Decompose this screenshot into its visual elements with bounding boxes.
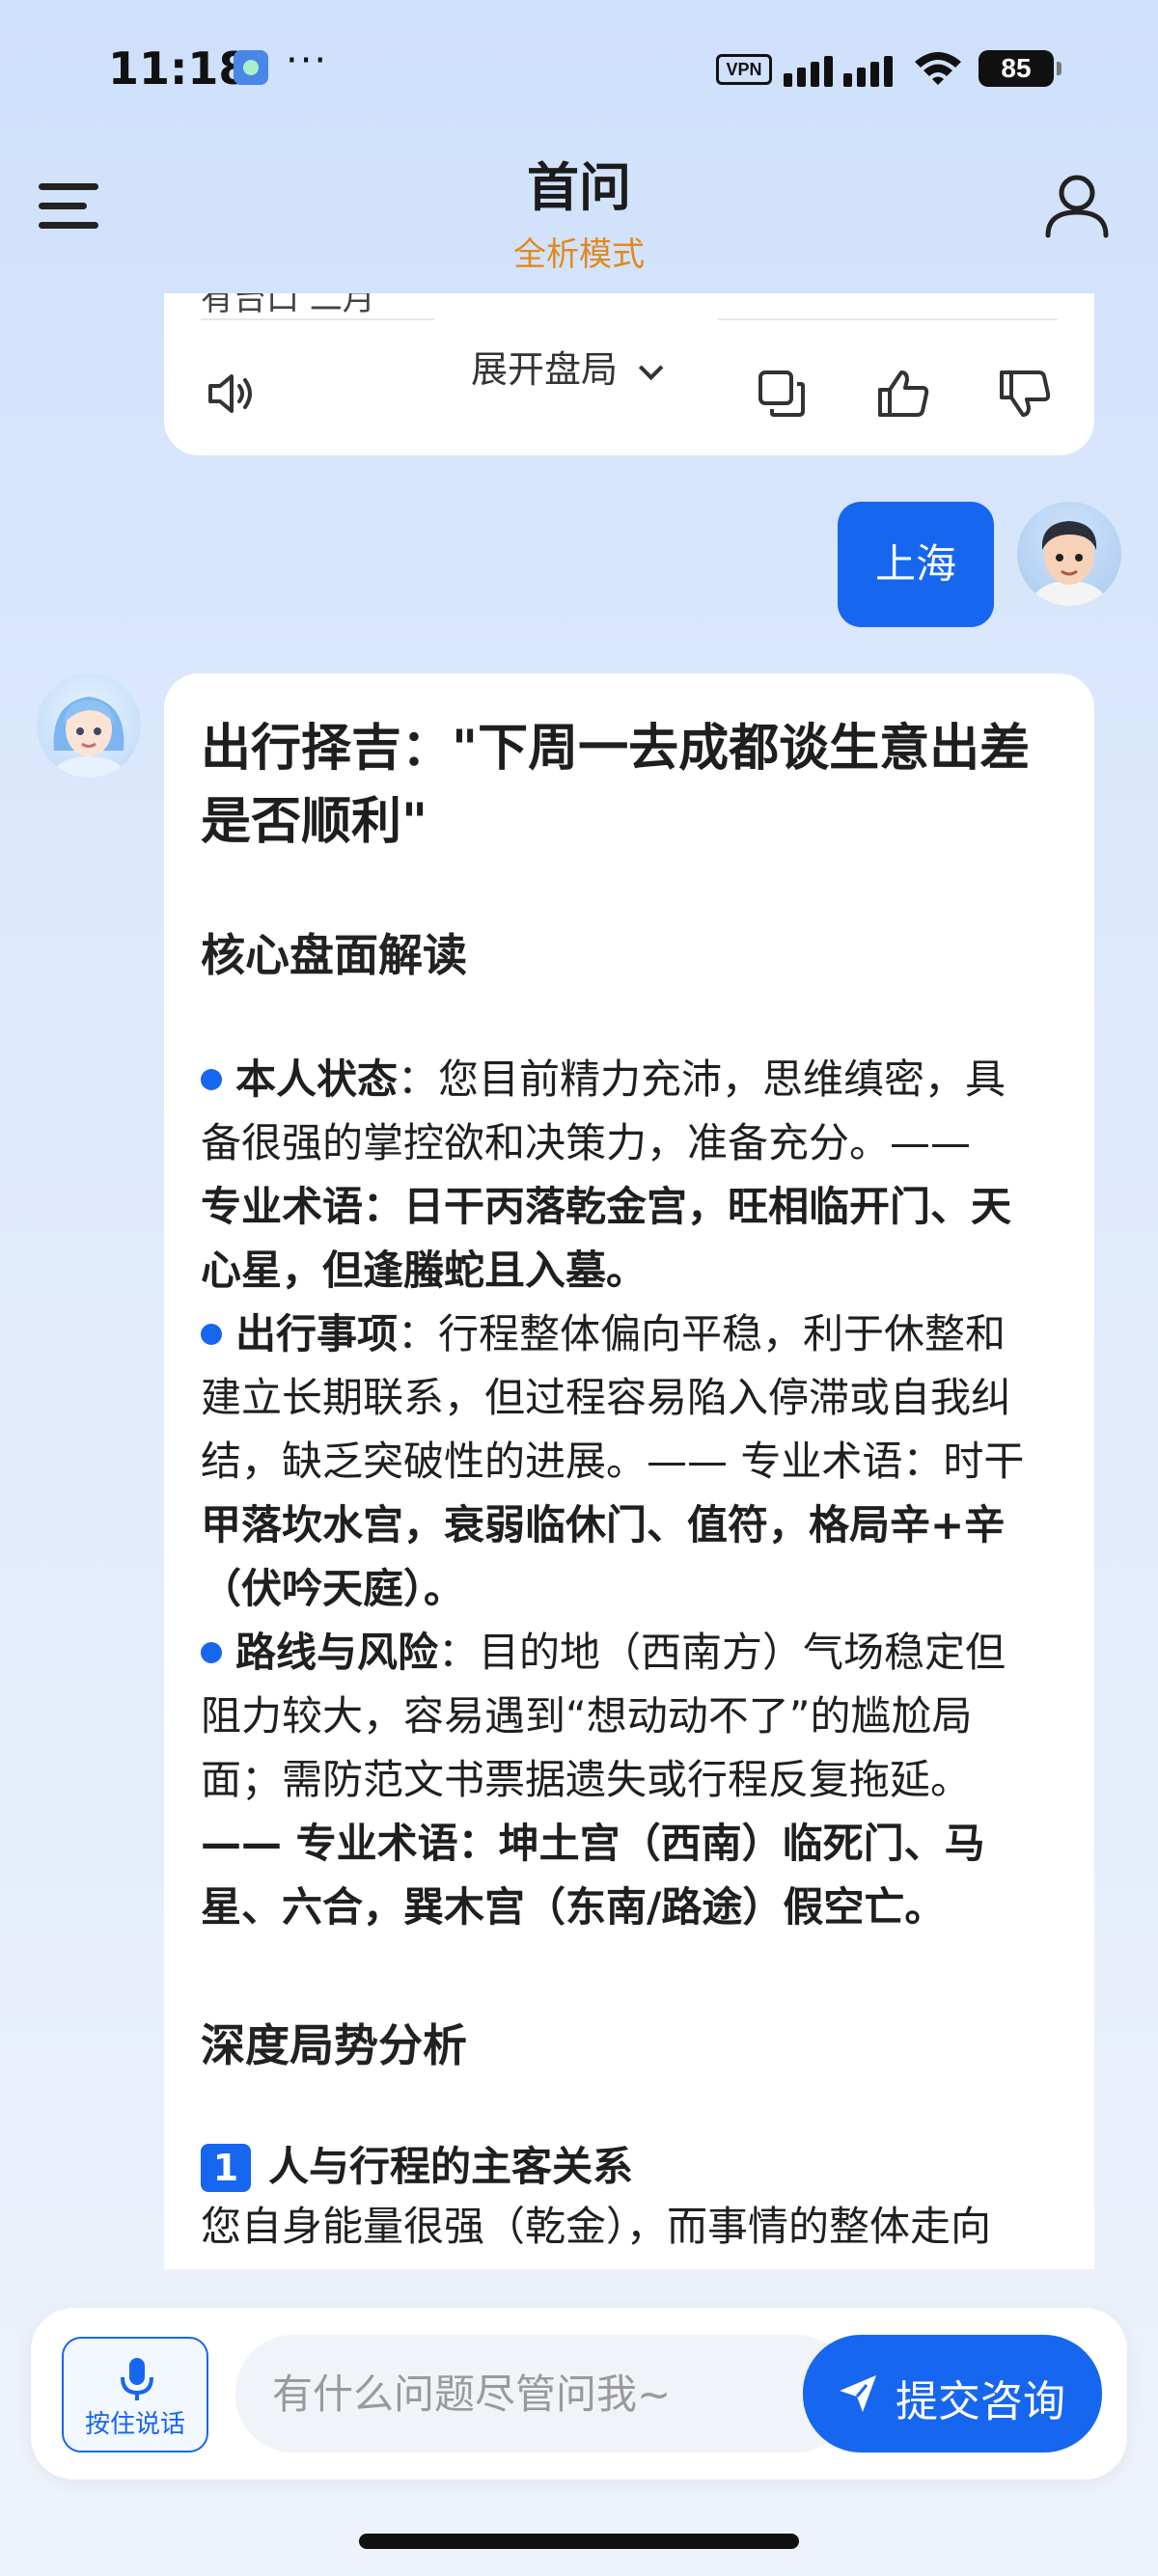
assistant-avatar bbox=[37, 673, 141, 778]
bullet-dot-icon bbox=[201, 1069, 222, 1090]
list-item: 路线与风险：目的地（西南方）气场稳定但 阻力较大，容易遇到“想动动不了”的尴尬局… bbox=[201, 1629, 1006, 1931]
hold-to-talk-label: 按住说话 bbox=[84, 2410, 185, 2439]
app-notification-icon bbox=[234, 50, 268, 85]
list-item: 出行事项：行程整体偏向平稳，利于休整和 建立长期联系，但过程容易陷入停滞或自我纠… bbox=[201, 1310, 1025, 1612]
submit-consult-label: 提交咨询 bbox=[896, 2377, 1065, 2426]
mode-subtitle[interactable]: 全析模式 bbox=[0, 228, 1158, 275]
section-body: 您自身能量很强（乾金），而事情的整体走向 bbox=[201, 2203, 992, 2250]
wifi-icon bbox=[915, 52, 961, 85]
section-number-badge: 1 bbox=[201, 2144, 251, 2192]
send-icon bbox=[840, 2375, 876, 2412]
user-profile-icon[interactable] bbox=[1042, 170, 1112, 239]
previous-answer-card: 有台口 二月 展开盘局 bbox=[164, 293, 1094, 455]
heading-core-reading: 核心盘面解读 bbox=[201, 929, 467, 981]
divider bbox=[718, 318, 1058, 320]
chat-input-bar: 按住说话 提交咨询 bbox=[31, 2308, 1127, 2480]
question-input[interactable] bbox=[235, 2335, 853, 2453]
bullet-dot-icon bbox=[201, 1324, 222, 1345]
page-title: 首问 bbox=[527, 157, 631, 218]
expand-chart-button[interactable]: 展开盘局 bbox=[471, 340, 664, 393]
expand-chart-label: 展开盘局 bbox=[471, 348, 619, 391]
status-bar: 11:18 ··· VPN 85 bbox=[0, 0, 1158, 135]
thumbs-up-icon[interactable] bbox=[874, 365, 932, 423]
vpn-icon: VPN bbox=[716, 54, 772, 85]
section-heading: 1 人与行程的主客关系 bbox=[201, 2138, 1058, 2196]
list-item: 本人状态：您目前精力充沛，思维缜密，具 备很强的掌控欲和决策力，准备充分。—— … bbox=[201, 1055, 1012, 1294]
bullet-list: 本人状态：您目前精力充沛，思维缜密，具 备很强的掌控欲和决策力，准备充分。—— … bbox=[201, 1048, 1058, 1939]
battery-icon: 85 bbox=[979, 50, 1062, 87]
user-avatar bbox=[1017, 502, 1121, 606]
more-notifications-icon: ··· bbox=[286, 39, 329, 83]
divider bbox=[201, 318, 434, 320]
status-time: 11:18 bbox=[108, 42, 250, 95]
microphone-icon bbox=[121, 2358, 153, 2400]
home-indicator[interactable] bbox=[359, 2534, 799, 2549]
thumbs-down-icon[interactable] bbox=[996, 365, 1054, 423]
hold-to-talk-button[interactable]: 按住说话 bbox=[62, 2337, 208, 2453]
speaker-icon[interactable] bbox=[203, 365, 261, 423]
submit-consult-button[interactable]: 提交咨询 bbox=[803, 2335, 1102, 2453]
copy-icon[interactable] bbox=[753, 365, 811, 423]
truncated-text: 有台口 二月 bbox=[201, 293, 375, 318]
bullet-dot-icon bbox=[201, 1642, 222, 1663]
signal-icon bbox=[784, 48, 896, 87]
user-message-bubble: 上海 bbox=[838, 502, 994, 627]
answer-title: 出行择吉："下周一去成都谈生意出差 是否顺利" bbox=[201, 720, 1031, 851]
heading-deep-analysis: 深度局势分析 bbox=[201, 2019, 467, 2071]
chevron-down-icon bbox=[638, 355, 664, 381]
assistant-answer-card: 出行择吉："下周一去成都谈生意出差 是否顺利" 核心盘面解读 本人状态：您目前精… bbox=[164, 673, 1094, 2269]
